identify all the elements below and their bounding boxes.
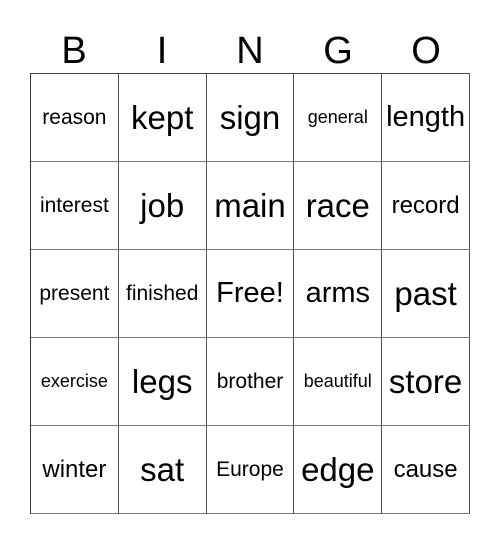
bingo-cell[interactable]: race bbox=[294, 162, 383, 250]
bingo-cell[interactable]: Europe bbox=[206, 426, 295, 514]
bingo-cell[interactable]: sat bbox=[118, 426, 207, 514]
header-letter-g: G bbox=[323, 30, 353, 72]
bingo-cell[interactable]: store bbox=[382, 338, 470, 426]
free-space-cell[interactable]: Free! bbox=[206, 250, 295, 338]
bingo-cell[interactable]: reason bbox=[31, 74, 119, 162]
bingo-header: B I N G O bbox=[30, 30, 470, 72]
bingo-cell[interactable]: cause bbox=[382, 426, 470, 514]
bingo-cell[interactable]: arms bbox=[294, 250, 383, 338]
bingo-cell[interactable]: job bbox=[118, 162, 207, 250]
bingo-cell[interactable]: present bbox=[31, 250, 119, 338]
bingo-cell[interactable]: winter bbox=[31, 426, 119, 514]
bingo-cell[interactable]: sign bbox=[206, 74, 295, 162]
bingo-cell[interactable]: interest bbox=[31, 162, 119, 250]
bingo-cell[interactable]: record bbox=[382, 162, 470, 250]
bingo-cell[interactable]: length bbox=[382, 74, 470, 162]
bingo-cell[interactable]: brother bbox=[206, 338, 295, 426]
bingo-cell[interactable]: past bbox=[382, 250, 470, 338]
bingo-cell[interactable]: main bbox=[206, 162, 295, 250]
header-letter-n: N bbox=[236, 30, 264, 72]
bingo-cell[interactable]: kept bbox=[118, 74, 207, 162]
header-letter-b: B bbox=[61, 30, 87, 72]
bingo-cell[interactable]: general bbox=[294, 74, 383, 162]
header-letter-o: O bbox=[411, 30, 441, 72]
bingo-cell[interactable]: legs bbox=[118, 338, 207, 426]
bingo-cell[interactable]: finished bbox=[118, 250, 207, 338]
bingo-card-grid: reason kept sign general length interest… bbox=[30, 73, 470, 514]
header-letter-i: I bbox=[156, 30, 168, 72]
bingo-cell[interactable]: beautiful bbox=[294, 338, 383, 426]
bingo-cell[interactable]: exercise bbox=[31, 338, 119, 426]
bingo-cell[interactable]: edge bbox=[294, 426, 383, 514]
